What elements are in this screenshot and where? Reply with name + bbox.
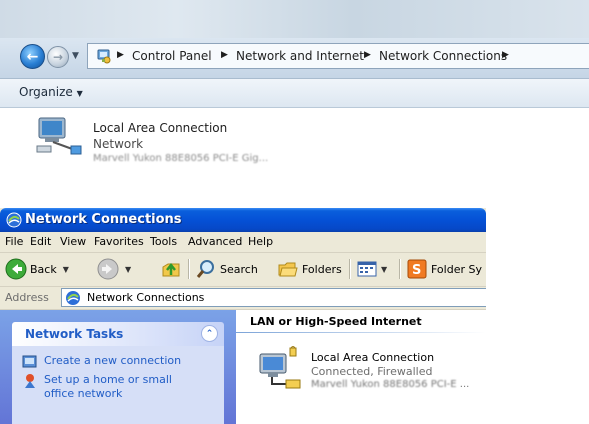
connection-status: Connected, Firewalled [311,365,433,378]
breadcrumb-network-and-internet[interactable]: Network and Internet [236,49,364,63]
back-label: Back [30,262,57,276]
network-tasks-body: Create a new connection Set up a home or… [12,346,224,424]
address-bar[interactable]: ▶ Control Panel ▶ Network and Internet ▶… [87,43,589,69]
chevron-down-icon[interactable]: ▼ [381,265,387,274]
new-connection-icon [22,355,37,368]
address-bar: Address Network Connections [0,287,486,310]
menu-advanced[interactable]: Advanced [188,235,242,248]
svg-text:S: S [412,263,421,278]
folder-sync-icon: S [407,259,427,279]
breadcrumb-separator-icon[interactable]: ▶ [364,50,371,60]
breadcrumb-separator-icon[interactable]: ▶ [502,50,509,60]
network-connections-icon [66,291,80,305]
connection-name[interactable]: Local Area Connection [93,121,227,135]
chevron-down-icon[interactable]: ▼ [63,265,69,274]
folders-button[interactable]: Folders [277,257,342,281]
folder-sync-label: Folder Sy [431,262,482,276]
vista-explorer-window: ← → ▼ ▶ Control Panel ▶ Network and Inte… [0,0,589,180]
chevron-down-icon[interactable]: ▼ [125,265,131,274]
arrow-right-icon: → [52,50,64,64]
toolbar-divider [349,259,351,279]
task-pane: Network Tasks ⌃ Create a new connection … [0,310,236,424]
menu-file[interactable]: File [5,235,23,248]
network-tasks-title: Network Tasks [25,327,124,341]
command-bar: Organize ▼ [0,79,589,108]
connection-device: Marvell Yukon 88E8056 PCI-E Gig... [93,153,269,164]
folders-icon [278,262,298,277]
connections-list: LAN or High-Speed Internet Local Area Co… [236,310,486,424]
recent-pages-dropdown[interactable]: ▼ [72,51,79,61]
menu-help[interactable]: Help [248,235,273,248]
breadcrumb-separator-icon[interactable]: ▶ [221,50,228,60]
address-input[interactable]: Network Connections [61,288,486,307]
forward-button[interactable]: → [47,46,69,68]
control-panel-icon [97,49,111,64]
address-value: Network Connections [87,291,205,304]
organize-button[interactable]: Organize ▼ [19,85,83,99]
folder-sync-button[interactable]: S Folder Sy [406,257,482,281]
file-list [0,108,589,180]
title-bar[interactable]: Network Connections [0,208,486,232]
back-button[interactable]: ← [20,44,45,69]
search-icon [196,260,214,278]
connection-status: Network [93,137,144,151]
connection-device: Marvell Yukon 88E8056 PCI-E ... [311,379,469,390]
toolbar-divider [399,259,401,279]
connection-device-ellipsis: ... [456,379,470,390]
connection-name[interactable]: Local Area Connection [311,351,434,364]
menu-favorites[interactable]: Favorites [94,235,144,248]
breadcrumb-separator-icon[interactable]: ▶ [117,50,124,60]
back-button[interactable]: Back ▼ [5,257,69,281]
network-connections-icon [6,212,22,228]
menu-view[interactable]: View [60,235,86,248]
xp-explorer-window: Network Connections File Edit View Favor… [0,208,486,424]
breadcrumb-control-panel[interactable]: Control Panel [132,49,212,63]
connection-device-name: Marvell Yukon 88E8056 PCI-E [311,379,457,390]
up-button[interactable] [160,257,182,281]
arrow-left-icon: ← [26,48,39,65]
forward-arrow-icon [97,258,119,280]
address-label: Address [5,291,49,304]
toolbar-divider [188,259,190,279]
breadcrumb-network-connections[interactable]: Network Connections [379,49,507,63]
menu-edit[interactable]: Edit [30,235,51,248]
window-title: Network Connections [25,212,182,227]
menu-tools[interactable]: Tools [150,235,177,248]
lan-connection-icon[interactable] [256,346,304,390]
toolbar: Back ▼ ▼ Search Folders ▼ S Folder Sy [0,253,486,287]
folders-label: Folders [302,262,342,276]
chevron-down-icon: ▼ [76,89,83,98]
views-icon [357,261,377,277]
network-tasks-header[interactable]: Network Tasks ⌃ [12,322,224,346]
search-label: Search [220,262,258,276]
forward-button[interactable]: ▼ [97,257,131,281]
collapse-icon[interactable]: ⌃ [201,325,218,342]
menu-bar: File Edit View Favorites Tools Advanced … [0,232,486,253]
back-arrow-icon [5,258,27,280]
views-button[interactable]: ▼ [356,257,387,281]
search-button[interactable]: Search [195,257,258,281]
group-header-underline [236,332,486,333]
home-network-icon [25,374,35,388]
folder-up-icon [162,262,180,277]
group-header: LAN or High-Speed Internet [250,315,422,328]
network-connection-icon[interactable] [35,116,85,156]
window-chrome-background [0,0,589,38]
